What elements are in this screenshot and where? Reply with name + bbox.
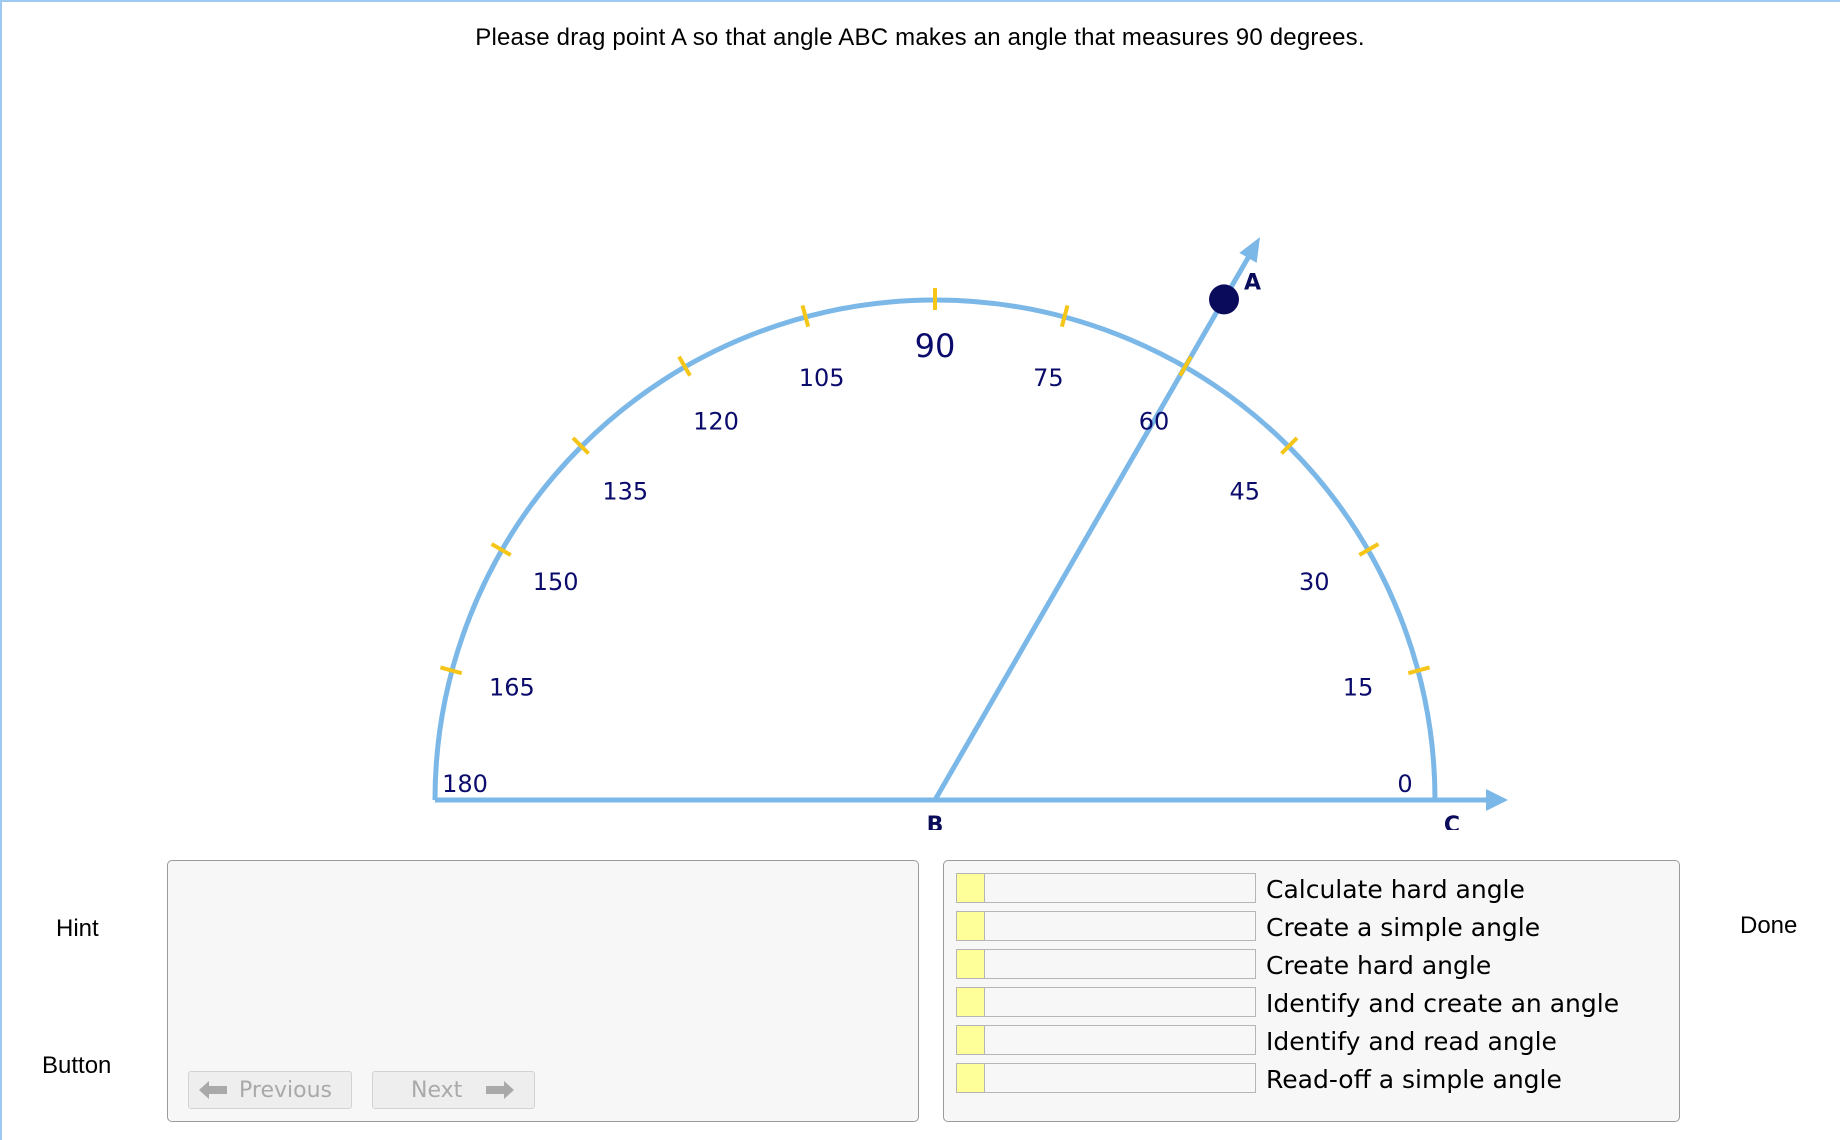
- tick-label-135: 135: [602, 477, 648, 505]
- tick-label-180: 180: [442, 770, 488, 798]
- skill-row: Read-off a simple angle: [956, 1061, 1676, 1095]
- skill-name: Calculate hard angle: [1266, 875, 1525, 904]
- tick-label-30: 30: [1299, 568, 1330, 596]
- point-c-label: C: [1444, 813, 1460, 830]
- done-button[interactable]: Done: [1740, 912, 1797, 940]
- skill-row: Calculate hard angle: [956, 871, 1676, 905]
- ray-ba: [932, 247, 1256, 802]
- next-button-label: Next: [411, 1077, 463, 1103]
- skill-progress-bar: [956, 911, 1256, 941]
- skill-progress-bar: [956, 1063, 1256, 1093]
- next-button[interactable]: Next: [372, 1071, 535, 1109]
- skill-progress-fill: [957, 1064, 985, 1092]
- tick-label-150: 150: [533, 568, 579, 596]
- tick-label-120: 120: [693, 408, 739, 436]
- tick-label-90: 90: [915, 327, 956, 365]
- tick-mark-105: [800, 304, 811, 328]
- tick-label-45: 45: [1229, 477, 1260, 505]
- skill-progress-fill: [957, 912, 985, 940]
- skill-row: Create a simple angle: [956, 909, 1676, 943]
- button-label: Button: [42, 1052, 112, 1079]
- tick-mark-15: [1407, 665, 1431, 676]
- point-a-label: A: [1244, 270, 1261, 295]
- skill-row: Identify and create an angle: [956, 985, 1676, 1019]
- tick-labels: 0 15 30 45 60 75 90 105 120 135 150 165 180: [442, 327, 1413, 798]
- skill-name: Create a simple angle: [1266, 913, 1541, 942]
- skill-progress-bar: [956, 873, 1256, 903]
- skill-progress-bar: [956, 949, 1256, 979]
- skill-row: Identify and read angle: [956, 1023, 1676, 1057]
- protractor-canvas[interactable]: 0 15 30 45 60 75 90 105 120 135 150 165 180 A B C: [0, 0, 1840, 830]
- skill-name: Identify and create an angle: [1266, 989, 1620, 1018]
- skill-progress-fill: [957, 988, 985, 1016]
- previous-button-label: Previous: [239, 1077, 332, 1103]
- skill-progress-bar: [956, 1025, 1256, 1055]
- skill-name: Create hard angle: [1266, 951, 1492, 980]
- tick-label-165: 165: [489, 674, 535, 702]
- tick-label-60: 60: [1139, 408, 1170, 436]
- tick-label-15: 15: [1343, 674, 1374, 702]
- skill-progress-fill: [957, 950, 985, 978]
- skill-progress-bar: [956, 987, 1256, 1017]
- protractor-arc: [432, 297, 1438, 801]
- arrow-right-icon: [486, 1081, 515, 1099]
- previous-button[interactable]: Previous: [188, 1071, 352, 1109]
- skill-name: Identify and read angle: [1266, 1027, 1557, 1056]
- tick-mark-165: [439, 665, 463, 676]
- tick-label-75: 75: [1033, 364, 1064, 392]
- tick-label-105: 105: [799, 364, 845, 392]
- point-a-handle[interactable]: [1209, 284, 1239, 315]
- skill-name: Read-off a simple angle: [1266, 1065, 1562, 1094]
- arrow-left-icon: [199, 1081, 227, 1099]
- tick-label-0: 0: [1397, 770, 1412, 798]
- skills-panel: Calculate hard angle Create a simple ang…: [943, 860, 1680, 1122]
- skill-row: Create hard angle: [956, 947, 1676, 981]
- skill-progress-fill: [957, 1026, 985, 1054]
- tick-mark-75: [1059, 304, 1070, 328]
- hint-label: Hint: [56, 915, 99, 942]
- skill-progress-fill: [957, 874, 985, 902]
- ray-bc-arrowhead: [1486, 789, 1508, 811]
- point-b-label: B: [927, 813, 944, 830]
